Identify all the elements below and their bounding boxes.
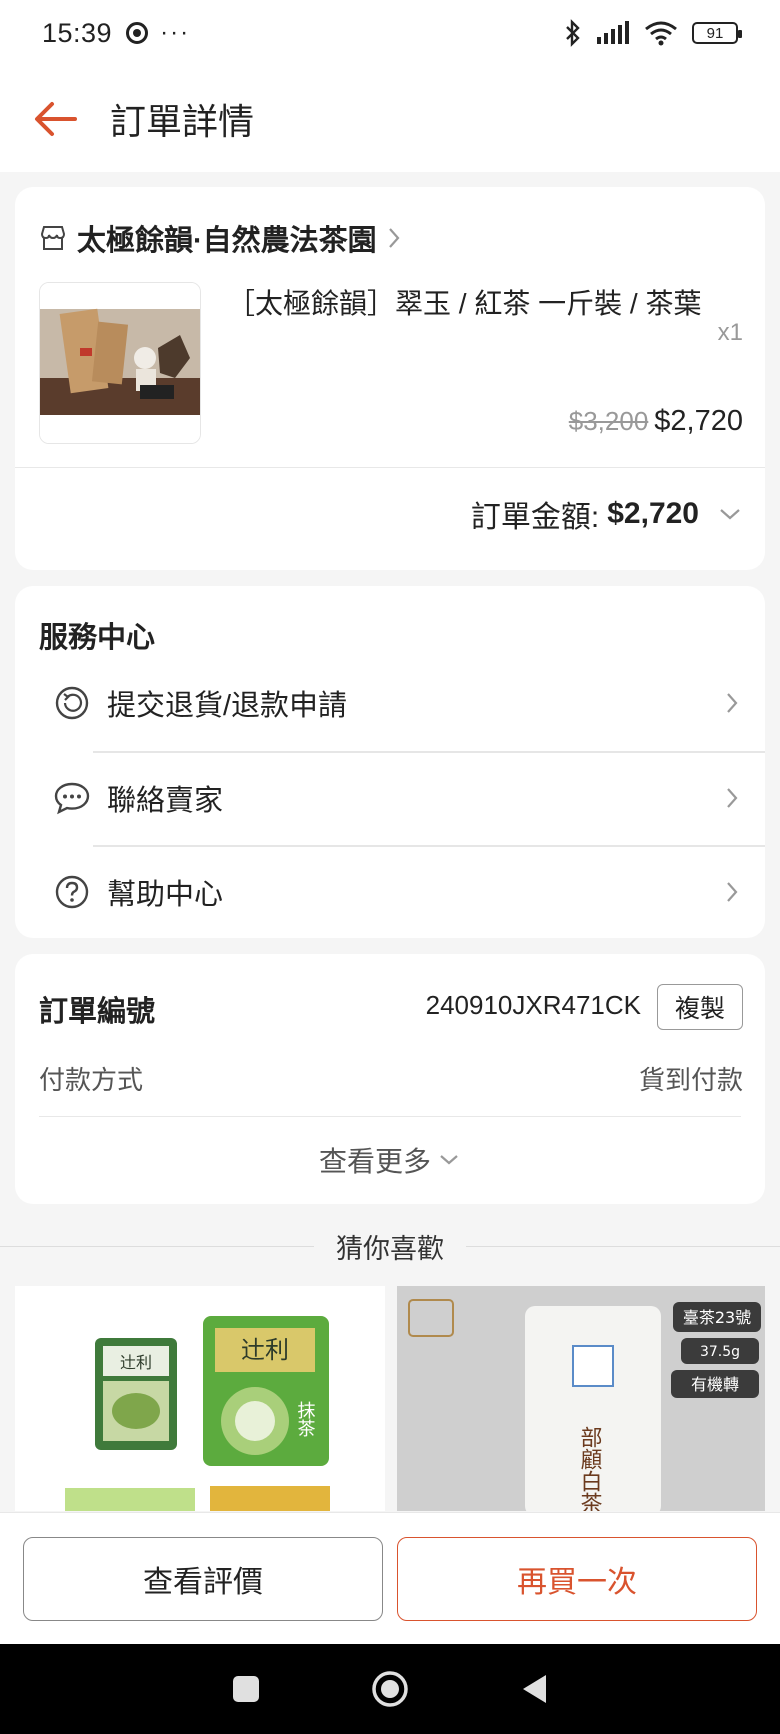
top-header: 訂單詳情	[0, 66, 780, 172]
order-card: 太極餘韻·自然農法茶園 ［太極餘韻］翠玉 / 紅茶 一斤裝 / 茶葉 x1 $3…	[15, 187, 765, 570]
wifi-icon	[645, 21, 677, 46]
page-title: 訂單詳情	[110, 101, 255, 142]
recommend-product-name: 部顧白茶	[577, 1426, 603, 1511]
battery-icon: 91	[692, 22, 742, 44]
recents-icon[interactable]	[231, 1674, 261, 1704]
bluetooth-icon	[566, 19, 580, 47]
bottom-action-bar: 查看評價 再買一次	[0, 1512, 780, 1644]
back-arrow-icon	[35, 102, 77, 136]
chat-icon	[54, 782, 90, 815]
chevron-right-icon	[727, 882, 738, 902]
recommend-item[interactable]: 部顧白茶 臺茶23號 37.5g 有機轉	[397, 1286, 765, 1511]
original-price: $3,200	[568, 406, 649, 436]
back-nav-icon[interactable]	[519, 1673, 549, 1705]
recommend-title: 猜你喜歡	[336, 1233, 444, 1264]
order-number-value: 240910JXR471CK	[425, 990, 641, 1020]
product-quantity: x1	[717, 319, 743, 346]
view-more-label: 查看更多	[318, 1146, 431, 1177]
home-icon[interactable]	[371, 1670, 409, 1708]
view-review-button[interactable]: 查看評價	[23, 1537, 383, 1621]
help-icon	[55, 875, 89, 909]
service-center-title: 服務中心	[39, 622, 156, 654]
service-item-return[interactable]: 提交退貨/退款申請	[15, 656, 765, 750]
chevron-down-icon	[440, 1155, 458, 1165]
price-group: $3,200 $2,720	[569, 405, 743, 438]
service-item-label: 幫助中心	[107, 879, 224, 911]
recommend-tag: 37.5g	[700, 1344, 740, 1360]
chevron-right-icon	[727, 693, 738, 713]
service-item-label: 提交退貨/退款申請	[107, 690, 348, 722]
total-label: 訂單金額:	[470, 501, 600, 534]
recommend-text: 抹茶	[295, 1401, 316, 1437]
payment-method-value: 貨到付款	[638, 1065, 743, 1095]
recommend-tag: 有機轉	[691, 1375, 739, 1394]
shop-icon	[40, 226, 66, 250]
return-icon	[55, 686, 89, 720]
record-icon	[126, 22, 149, 44]
buy-again-button[interactable]: 再買一次	[397, 1537, 757, 1621]
recommend-item[interactable]: 辻利 辻利 抹茶	[15, 1286, 385, 1511]
battery-level: 91	[706, 24, 724, 42]
view-more-button[interactable]: 查看更多	[15, 1140, 765, 1180]
chevron-right-icon	[727, 788, 738, 808]
recommend-product-image: 辻利 辻利 抹茶	[15, 1286, 385, 1511]
service-item-help-center[interactable]: 幫助中心	[15, 845, 765, 939]
shop-name: 太極餘韻·自然農法茶園	[77, 225, 377, 257]
status-time: 15:39	[42, 17, 113, 48]
order-info-card: 訂單編號 240910JXR471CK 複製 付款方式 貨到付款 查看更多	[15, 954, 765, 1204]
back-button[interactable]	[0, 66, 110, 172]
shop-row[interactable]: 太極餘韻·自然農法茶園	[39, 217, 401, 259]
sale-price: $2,720	[654, 405, 743, 437]
divider	[39, 1116, 741, 1117]
system-nav-bar	[0, 1644, 780, 1734]
copy-button[interactable]: 複製	[657, 984, 743, 1030]
status-bar: 15:39 ··· 91	[0, 0, 780, 66]
recommend-tag: 臺茶23號	[683, 1308, 751, 1327]
signal-icon	[597, 21, 629, 44]
service-item-label: 聯絡賣家	[107, 785, 224, 817]
payment-method-label: 付款方式	[39, 1065, 144, 1095]
divider	[15, 467, 765, 468]
recommend-brand: 辻利	[120, 1353, 152, 1372]
recommend-brand: 辻利	[241, 1336, 289, 1364]
recommend-product-image: 部顧白茶 臺茶23號 37.5g 有機轉	[397, 1286, 765, 1511]
service-center-card: 服務中心 提交退貨/退款申請 聯絡賣家 幫助中心	[15, 586, 765, 938]
service-item-contact-seller[interactable]: 聯絡賣家	[15, 751, 765, 845]
product-image[interactable]	[39, 282, 201, 444]
more-dots-icon: ···	[160, 19, 191, 46]
recommend-header: 猜你喜歡	[0, 1228, 780, 1264]
chevron-right-icon	[388, 228, 400, 248]
chevron-down-icon	[720, 509, 740, 520]
product-name[interactable]: ［太極餘韻］翠玉 / 紅茶 一斤裝 / 茶葉	[227, 282, 747, 322]
total-amount: $2,720	[607, 497, 699, 530]
order-number-label: 訂單編號	[39, 996, 156, 1028]
order-total[interactable]: 訂單金額: $2,720	[471, 492, 743, 536]
